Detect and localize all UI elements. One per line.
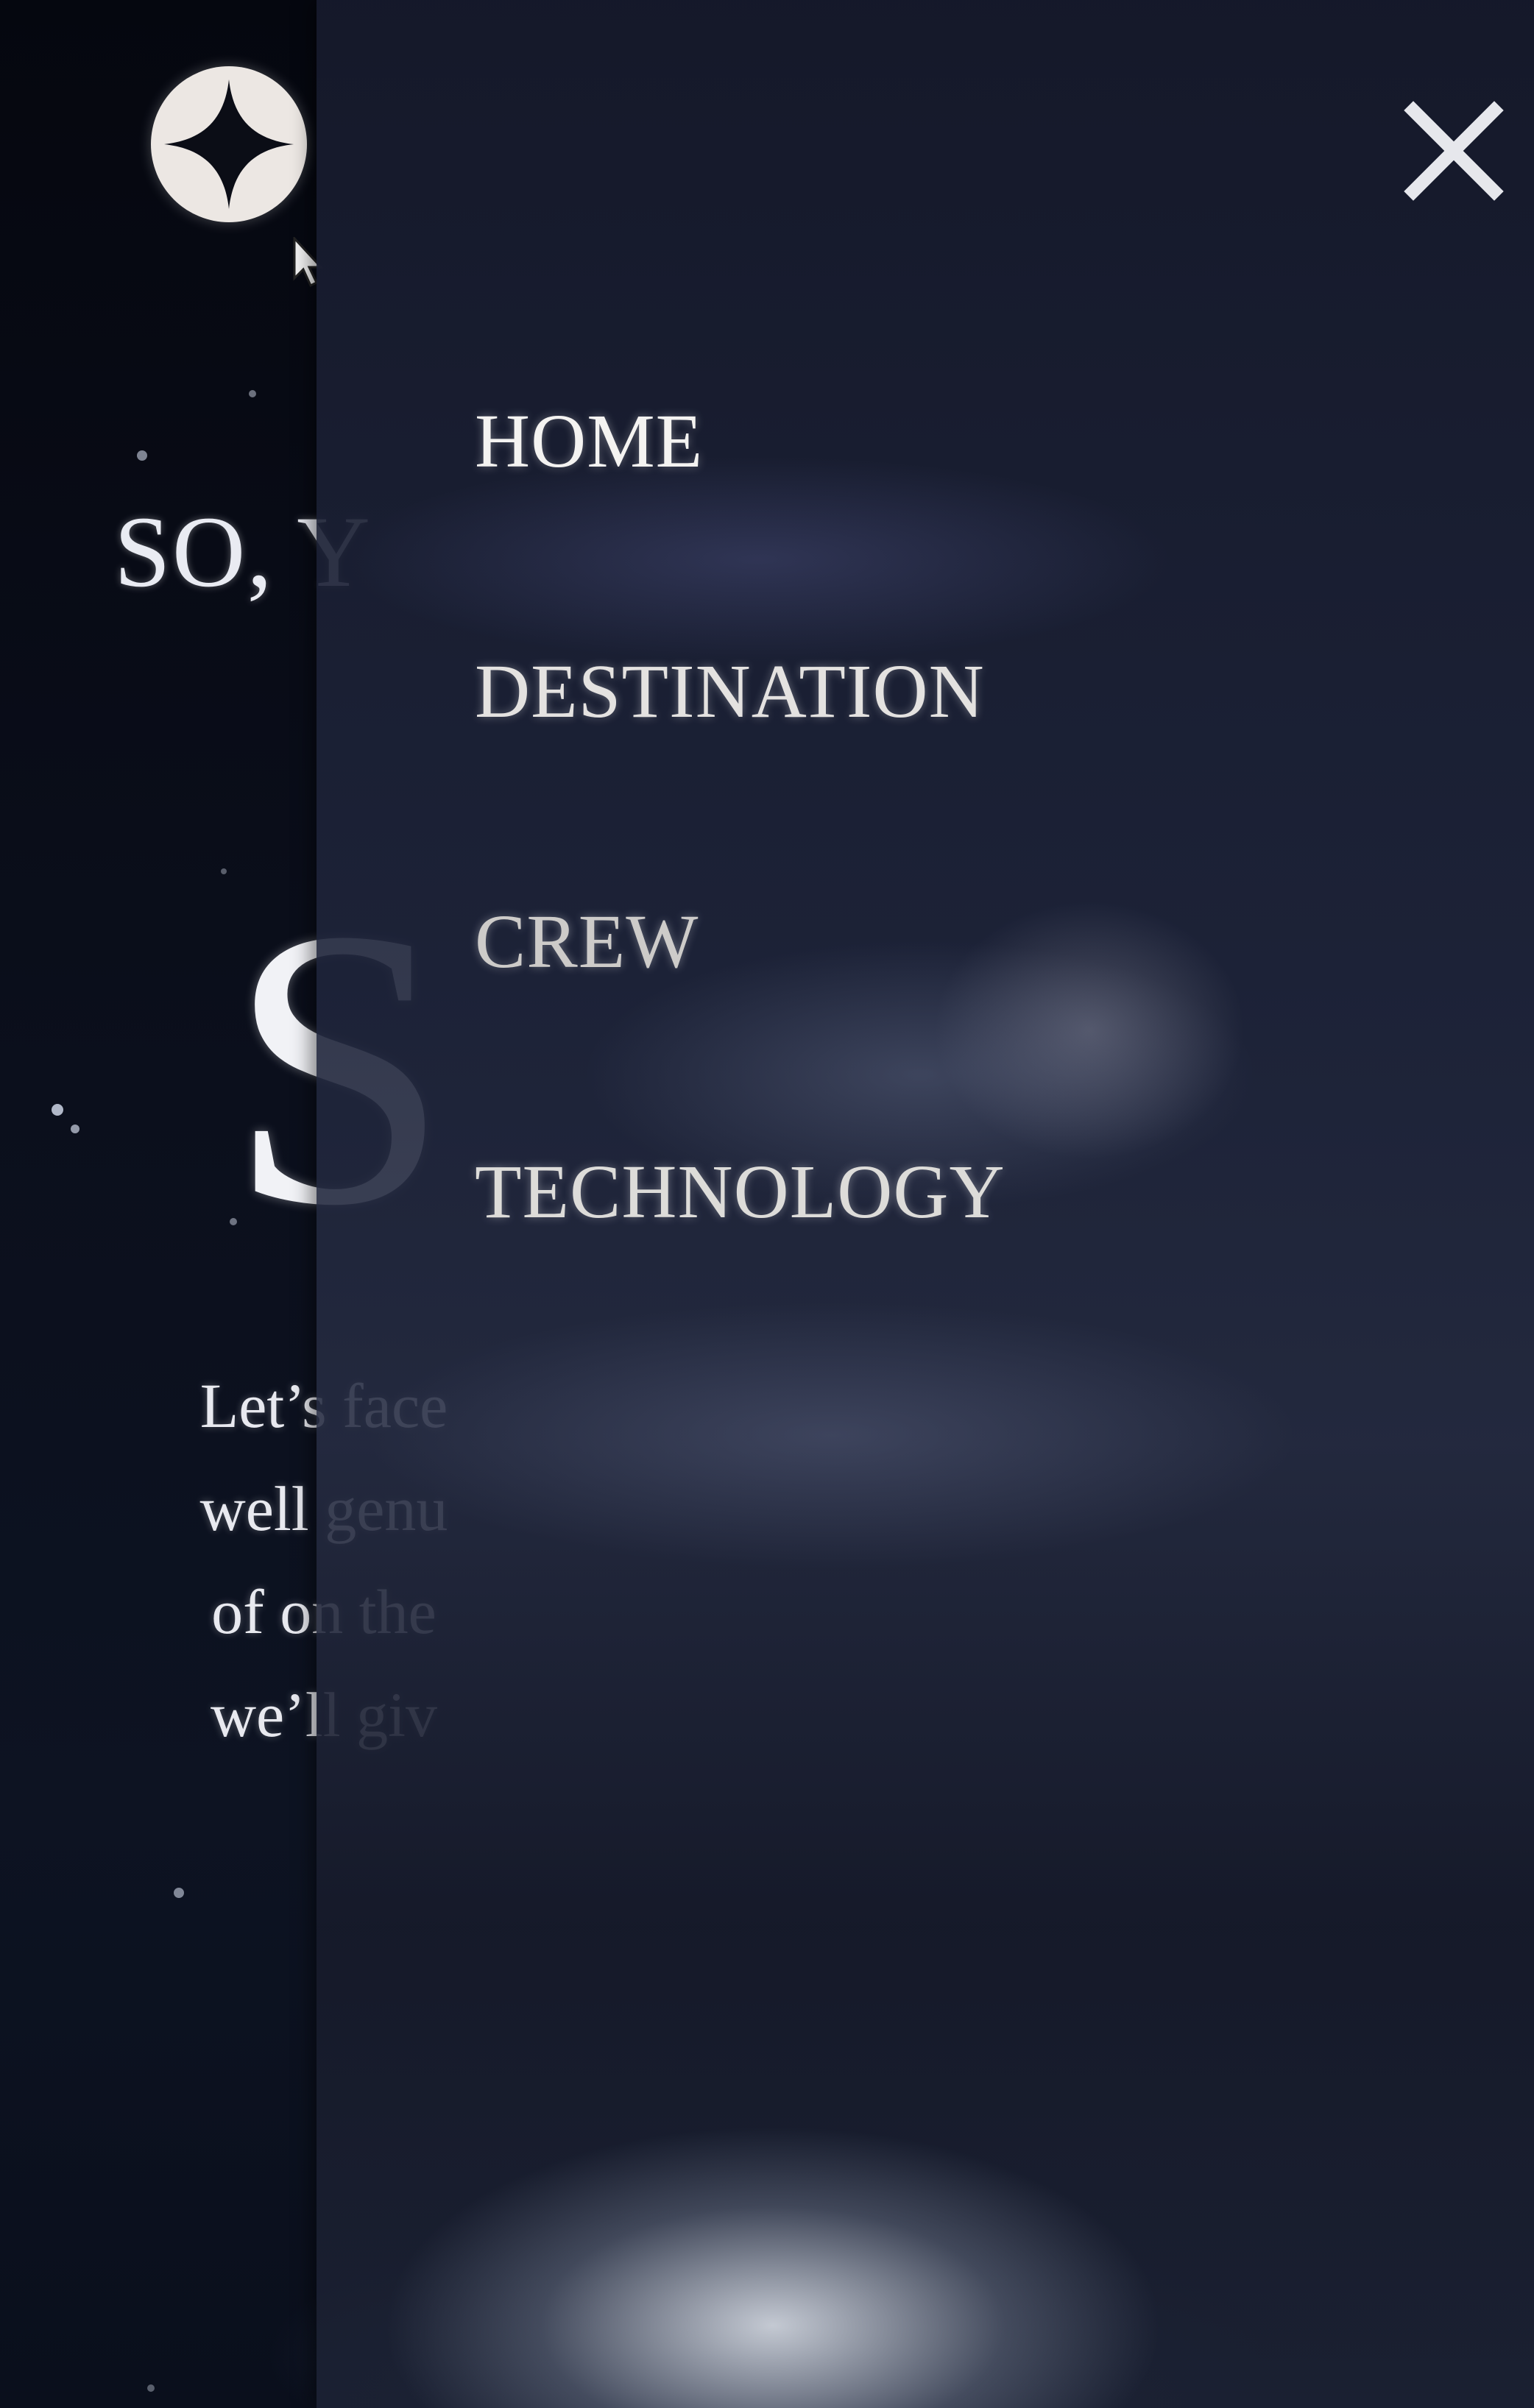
- nav-item-home[interactable]: HOME: [475, 397, 703, 485]
- star-decoration: [174, 1888, 184, 1898]
- star-decoration: [249, 390, 256, 397]
- star-decoration: [137, 450, 147, 461]
- star-decoration: [147, 2384, 155, 2392]
- four-point-star-icon: [164, 79, 294, 209]
- star-decoration: [71, 1125, 79, 1133]
- logo[interactable]: [151, 66, 307, 222]
- star-decoration: [221, 868, 227, 874]
- star-decoration: [52, 1104, 63, 1116]
- close-icon: [1404, 101, 1504, 201]
- nav-item-crew[interactable]: CREW: [475, 898, 699, 985]
- page: SO, Y S Let’s face well genu of on the w…: [0, 0, 1534, 2408]
- mobile-nav-panel: HOME DESTINATION CREW TECHNOLOGY: [317, 0, 1534, 2408]
- nav-item-technology[interactable]: TECHNOLOGY: [475, 1148, 1005, 1236]
- nav-item-destination[interactable]: DESTINATION: [475, 648, 985, 735]
- close-menu-button[interactable]: [1391, 88, 1516, 213]
